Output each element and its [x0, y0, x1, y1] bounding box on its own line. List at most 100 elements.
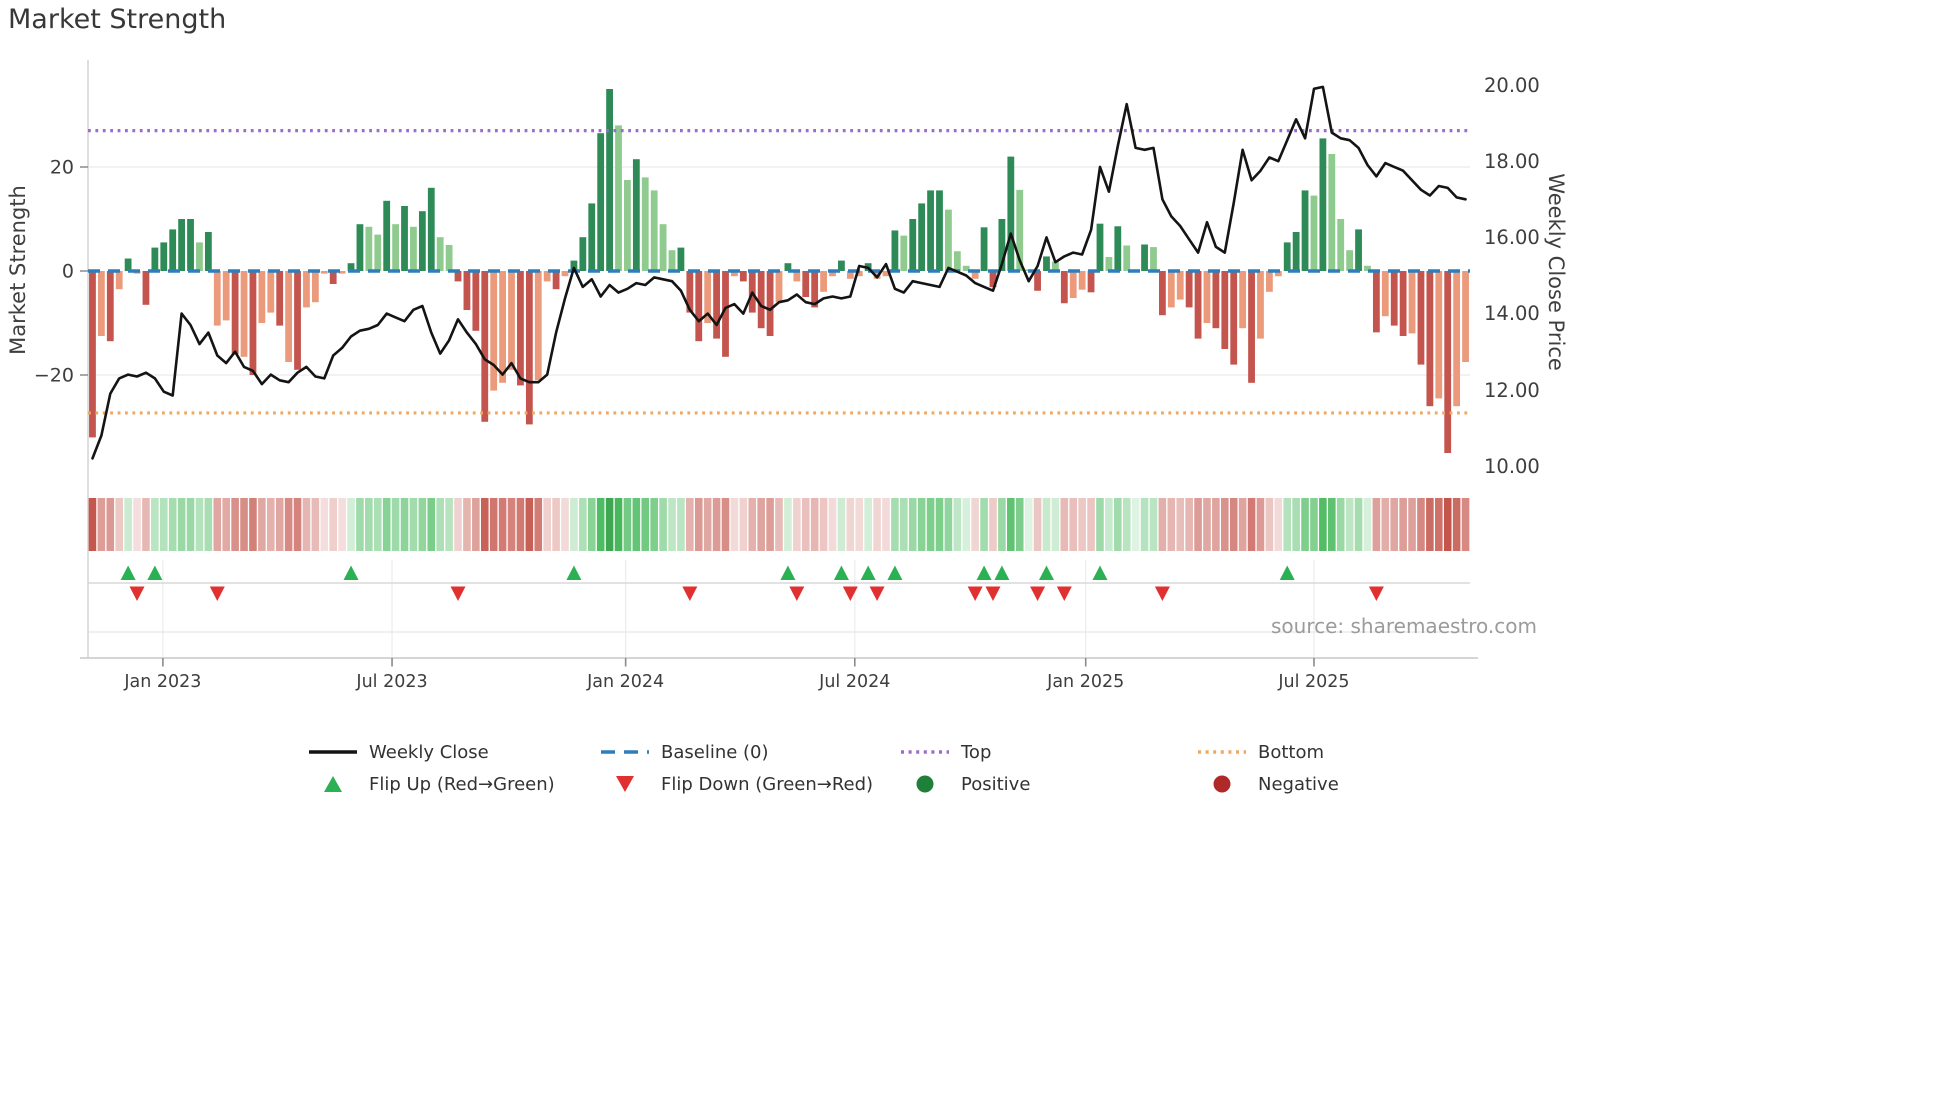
strength-bar — [1399, 271, 1407, 336]
strength-bar — [1230, 271, 1238, 365]
strength-bar — [374, 234, 382, 271]
heatmap-cell — [1238, 498, 1247, 551]
strength-bar — [1462, 271, 1469, 362]
heatmap-cell — [686, 498, 694, 551]
strength-bar — [97, 271, 105, 336]
heatmap-cell — [525, 498, 534, 551]
flip-down-marker — [1030, 586, 1046, 601]
heatmap-cell — [1443, 498, 1452, 551]
strength-bar — [552, 271, 560, 290]
strength-bar — [463, 271, 471, 310]
legend-item-bottom: Bottom — [1198, 738, 1324, 766]
heatmap-cell — [356, 498, 364, 551]
strength-bar — [1060, 271, 1068, 304]
strength-bar — [436, 237, 444, 271]
strength-bar — [1141, 244, 1148, 271]
strength-bar — [1221, 271, 1229, 349]
strength-bar — [160, 242, 168, 271]
heatmap-cell — [1363, 498, 1372, 551]
strength-bar — [1435, 271, 1443, 399]
strength-bar — [1372, 271, 1380, 333]
heatmap-cell — [347, 498, 355, 551]
heatmap-cell — [1390, 498, 1399, 551]
left-axis-tick-label: 0 — [62, 261, 74, 283]
heatmap-cell — [231, 498, 239, 551]
strength-bar — [1069, 271, 1077, 299]
heatmap-cell — [1051, 498, 1060, 551]
heatmap-cell — [1408, 498, 1416, 551]
right-axis-tick-label: 16.00 — [1484, 226, 1540, 249]
strength-bar — [1381, 271, 1389, 317]
heatmap-cell — [391, 498, 400, 551]
x-axis-tick-label: Jul 2024 — [818, 672, 890, 692]
heatmap-cell — [1417, 498, 1425, 551]
heatmap-cell — [1256, 498, 1265, 551]
weekly-close-line-icon — [309, 742, 357, 762]
heatmap-cell — [873, 498, 881, 551]
heatmap-cell — [534, 498, 543, 551]
strength-bar — [1417, 271, 1425, 365]
heatmap-cell — [454, 498, 462, 551]
left-axis-tick-label: −20 — [34, 365, 74, 387]
strength-bar — [1328, 154, 1336, 271]
strength-bar — [1453, 271, 1461, 407]
heatmap-cell — [1015, 498, 1024, 551]
flip-down-marker — [209, 586, 225, 601]
strength-bar — [1123, 245, 1131, 271]
heatmap-cell — [382, 498, 391, 551]
heatmap-cell — [891, 498, 899, 551]
heatmap-cell — [498, 498, 507, 551]
x-axis-tick-label: Jan 2025 — [1046, 672, 1124, 692]
heatmap-cell — [801, 498, 810, 551]
strength-bar — [481, 271, 489, 422]
flip-up-marker — [780, 565, 796, 580]
heatmap-cell — [989, 498, 997, 551]
heatmap-cell — [703, 498, 712, 551]
strength-bar — [597, 133, 605, 271]
heatmap-cell — [1158, 498, 1167, 551]
heatmap-cell — [1033, 498, 1042, 551]
heatmap-cell — [757, 498, 765, 551]
strength-bar — [579, 237, 587, 271]
heatmap-cell — [641, 498, 650, 551]
heatmap-cell — [1221, 498, 1229, 551]
legend-label: Flip Down (Green→Red) — [661, 773, 874, 795]
heatmap-cell — [1167, 498, 1176, 551]
heatmap-cell — [284, 498, 293, 551]
heatmap-cell — [222, 498, 230, 551]
heatmap-cell — [373, 498, 382, 551]
heatmap-cell — [115, 498, 124, 551]
heatmap-cell — [677, 498, 685, 551]
strength-bar — [249, 271, 257, 375]
strength-bar — [927, 190, 934, 271]
flip-up-marker — [887, 565, 903, 580]
strength-bar — [196, 242, 203, 271]
heatmap-cell — [275, 498, 284, 551]
flip-up-triangle-icon — [309, 774, 357, 794]
strength-bar — [418, 211, 426, 271]
strength-bar — [802, 271, 810, 297]
legend-label: Top — [961, 741, 992, 763]
strength-bar — [356, 224, 364, 271]
heatmap-cell — [962, 498, 971, 551]
legend-item-top: Top — [901, 738, 991, 766]
heatmap-cell — [1354, 498, 1363, 551]
heatmap-cell — [810, 498, 819, 551]
heatmap-cell — [846, 498, 855, 551]
x-axis-tick-label: Jan 2024 — [586, 672, 664, 692]
strength-bar — [1176, 271, 1184, 300]
strength-bar — [365, 226, 373, 271]
flip-up-marker — [1279, 565, 1295, 580]
heatmap-cell — [1381, 498, 1390, 551]
heatmap-cell — [766, 498, 774, 551]
heatmap-cell — [204, 498, 213, 551]
flip-down-marker — [1154, 586, 1170, 601]
strength-bar — [713, 271, 720, 339]
strength-bar — [615, 125, 622, 272]
heatmap-cell — [436, 498, 444, 551]
strength-bar — [677, 247, 685, 271]
heatmap-cell — [293, 498, 302, 551]
strength-bar — [1167, 271, 1175, 308]
flip-down-marker — [842, 586, 858, 601]
strength-bar — [891, 230, 899, 271]
